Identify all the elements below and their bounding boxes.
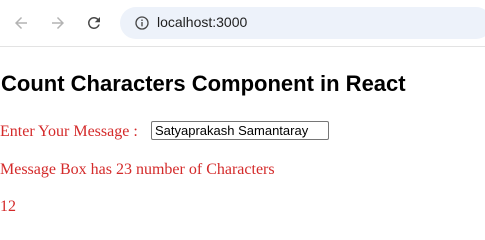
url-text[interactable]: localhost:3000	[157, 14, 247, 30]
forward-arrow-icon	[52, 17, 64, 29]
reload-button[interactable]	[83, 12, 105, 34]
message-input[interactable]	[151, 121, 329, 140]
info-icon[interactable]	[132, 13, 152, 33]
back-button[interactable]	[10, 12, 32, 34]
page-title: Count Characters Component in React	[1, 71, 406, 96]
back-arrow-icon	[15, 17, 27, 29]
address-bar[interactable]: localhost:3000	[120, 7, 485, 39]
message-label: Enter Your Message :	[0, 123, 138, 140]
forward-button[interactable]	[47, 12, 69, 34]
reload-icon	[87, 16, 100, 29]
character-count-text: Message Box has 23 number of Characters	[0, 161, 275, 178]
number-value: 12	[0, 198, 16, 215]
browser-toolbar: localhost:3000	[0, 0, 485, 47]
